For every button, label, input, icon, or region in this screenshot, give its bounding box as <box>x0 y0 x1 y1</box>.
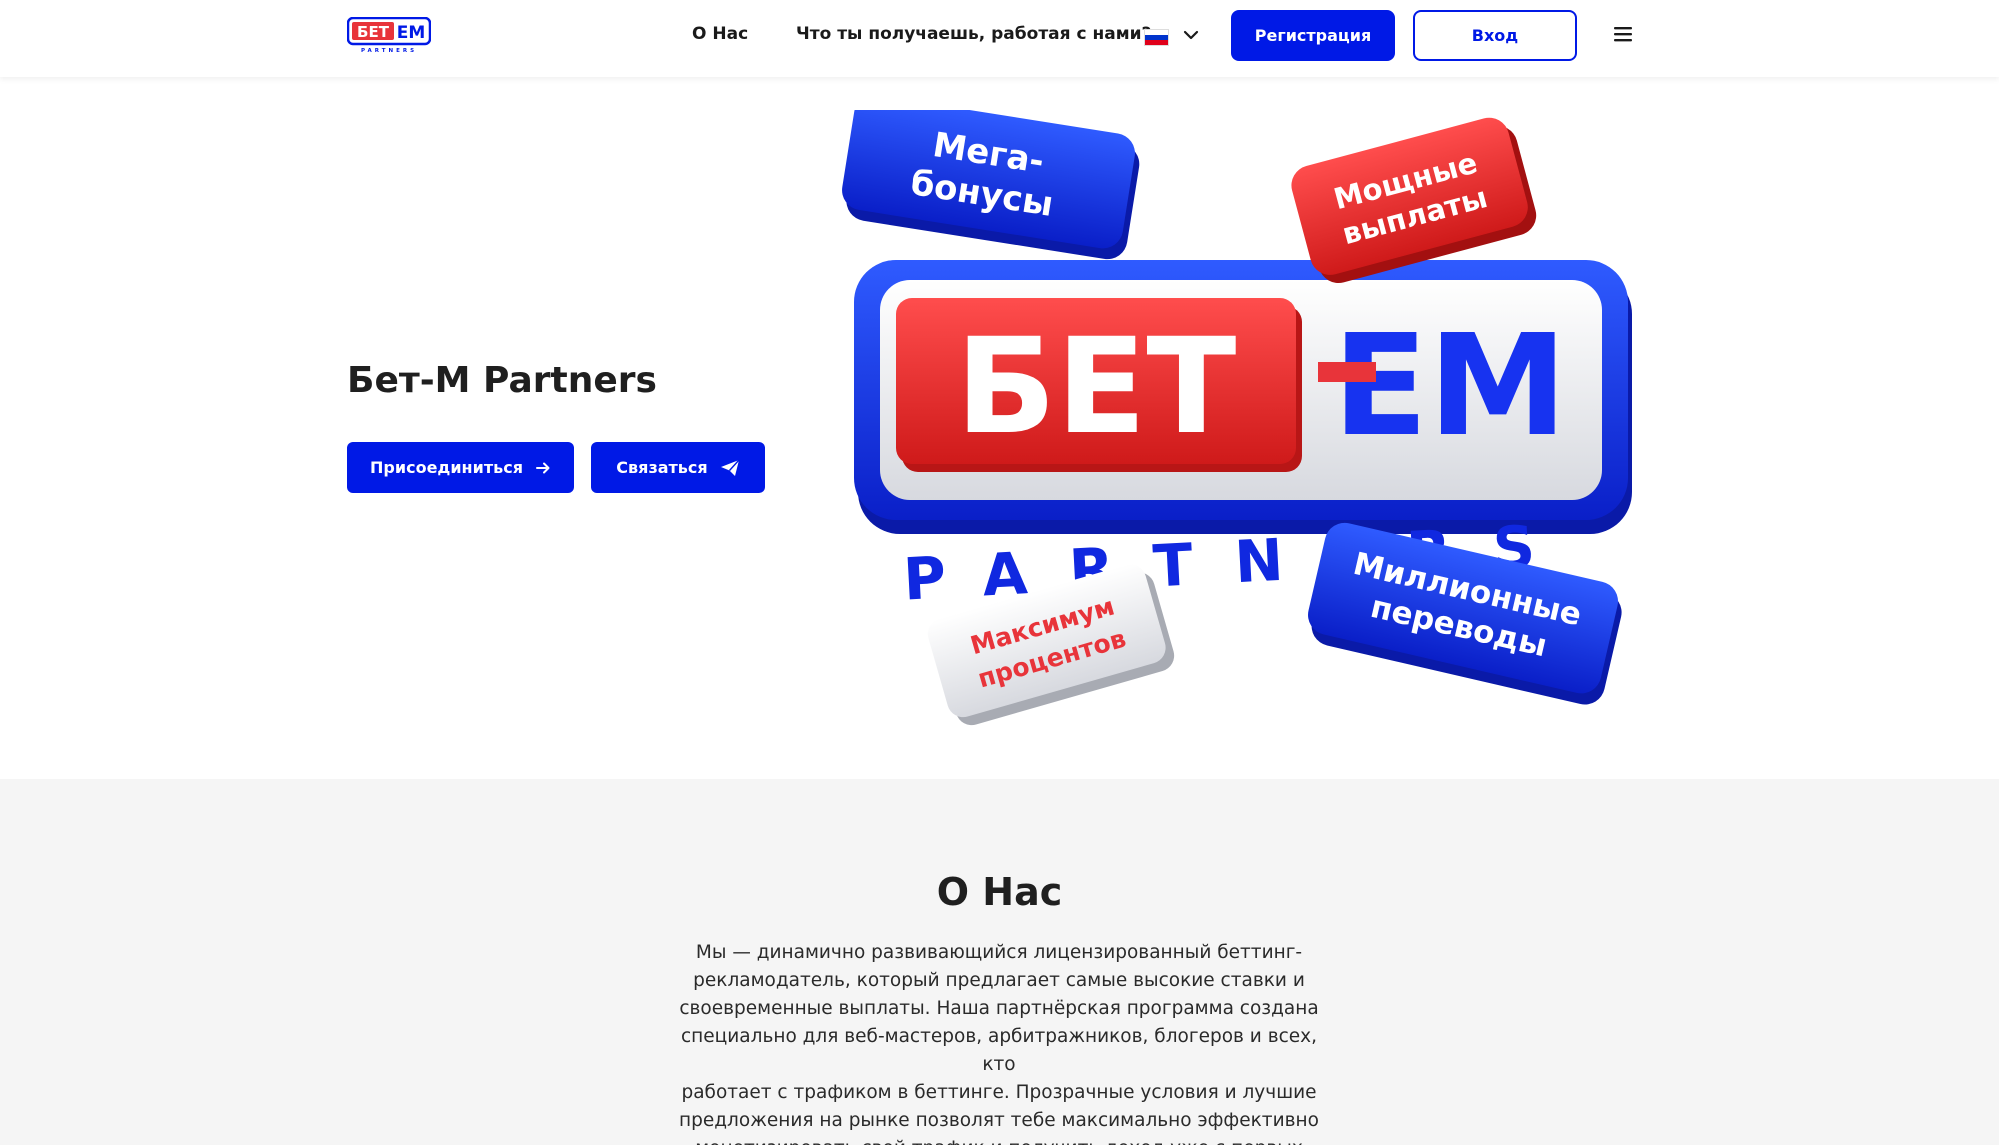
about-text-line: Мы — динамично развивающийся лицензирова… <box>695 942 1303 963</box>
about-text-line: предложения на рынке позволят тебе макси… <box>679 1110 1319 1131</box>
about-text-line: рекламодатель, который предлагает самые … <box>693 970 1305 991</box>
about-title: О Нас <box>936 870 1063 914</box>
paper-plane-icon <box>720 459 740 476</box>
site-header: БЕТ ЕМ PARTNERS О Нас Что ты получаешь, … <box>0 0 1999 77</box>
brand-logo[interactable]: БЕТ ЕМ PARTNERS <box>347 17 431 54</box>
hero-artwork: БЕТ ЕМ PARTNERS Мега- бонусы Мощные выпл… <box>842 110 1632 726</box>
about-text-line: специально для веб-мастеров, арбитражник… <box>681 1026 1317 1075</box>
hero-title: Бет-М Partners <box>347 360 657 401</box>
art-logo-plate: БЕТ ЕМ <box>854 260 1632 534</box>
about-text-line: работает с трафиком в беттинге. Прозрачн… <box>681 1082 1317 1103</box>
logo-text-sub: PARTNERS <box>361 48 417 54</box>
join-button[interactable]: Присоединиться <box>347 442 574 493</box>
contact-button-label: Связаться <box>616 458 708 477</box>
arrow-right-icon <box>535 462 550 473</box>
russia-flag-icon <box>1144 29 1169 46</box>
art-logo-main: БЕТ <box>956 310 1237 464</box>
art-tag-mega-bonuses: Мега- бонусы <box>842 110 1140 260</box>
logo-text-accent: ЕМ <box>397 23 426 43</box>
register-button[interactable]: Регистрация <box>1231 10 1395 61</box>
about-text: Мы — динамично развивающийся лицензирова… <box>679 939 1319 1145</box>
about-section: О Нас Мы — динамично развивающийся лицен… <box>0 779 1999 1145</box>
about-text-line: своевременные выплаты. Наша партнёрская … <box>679 998 1319 1019</box>
art-logo-accent: ЕМ <box>1333 305 1568 468</box>
logo-text-main: БЕТ <box>357 23 390 41</box>
nav-link-benefits[interactable]: Что ты получаешь, работая с нами? <box>796 24 1151 44</box>
login-button[interactable]: Вход <box>1413 10 1577 61</box>
nav-link-about[interactable]: О Нас <box>692 24 748 44</box>
hamburger-menu-icon[interactable] <box>1613 24 1633 44</box>
language-selector[interactable] <box>1142 22 1206 50</box>
contact-button[interactable]: Связаться <box>591 442 765 493</box>
chevron-down-icon <box>1183 30 1199 40</box>
about-text-line: монетизировать свой трафик и получить до… <box>679 1135 1319 1145</box>
join-button-label: Присоединиться <box>370 458 523 477</box>
